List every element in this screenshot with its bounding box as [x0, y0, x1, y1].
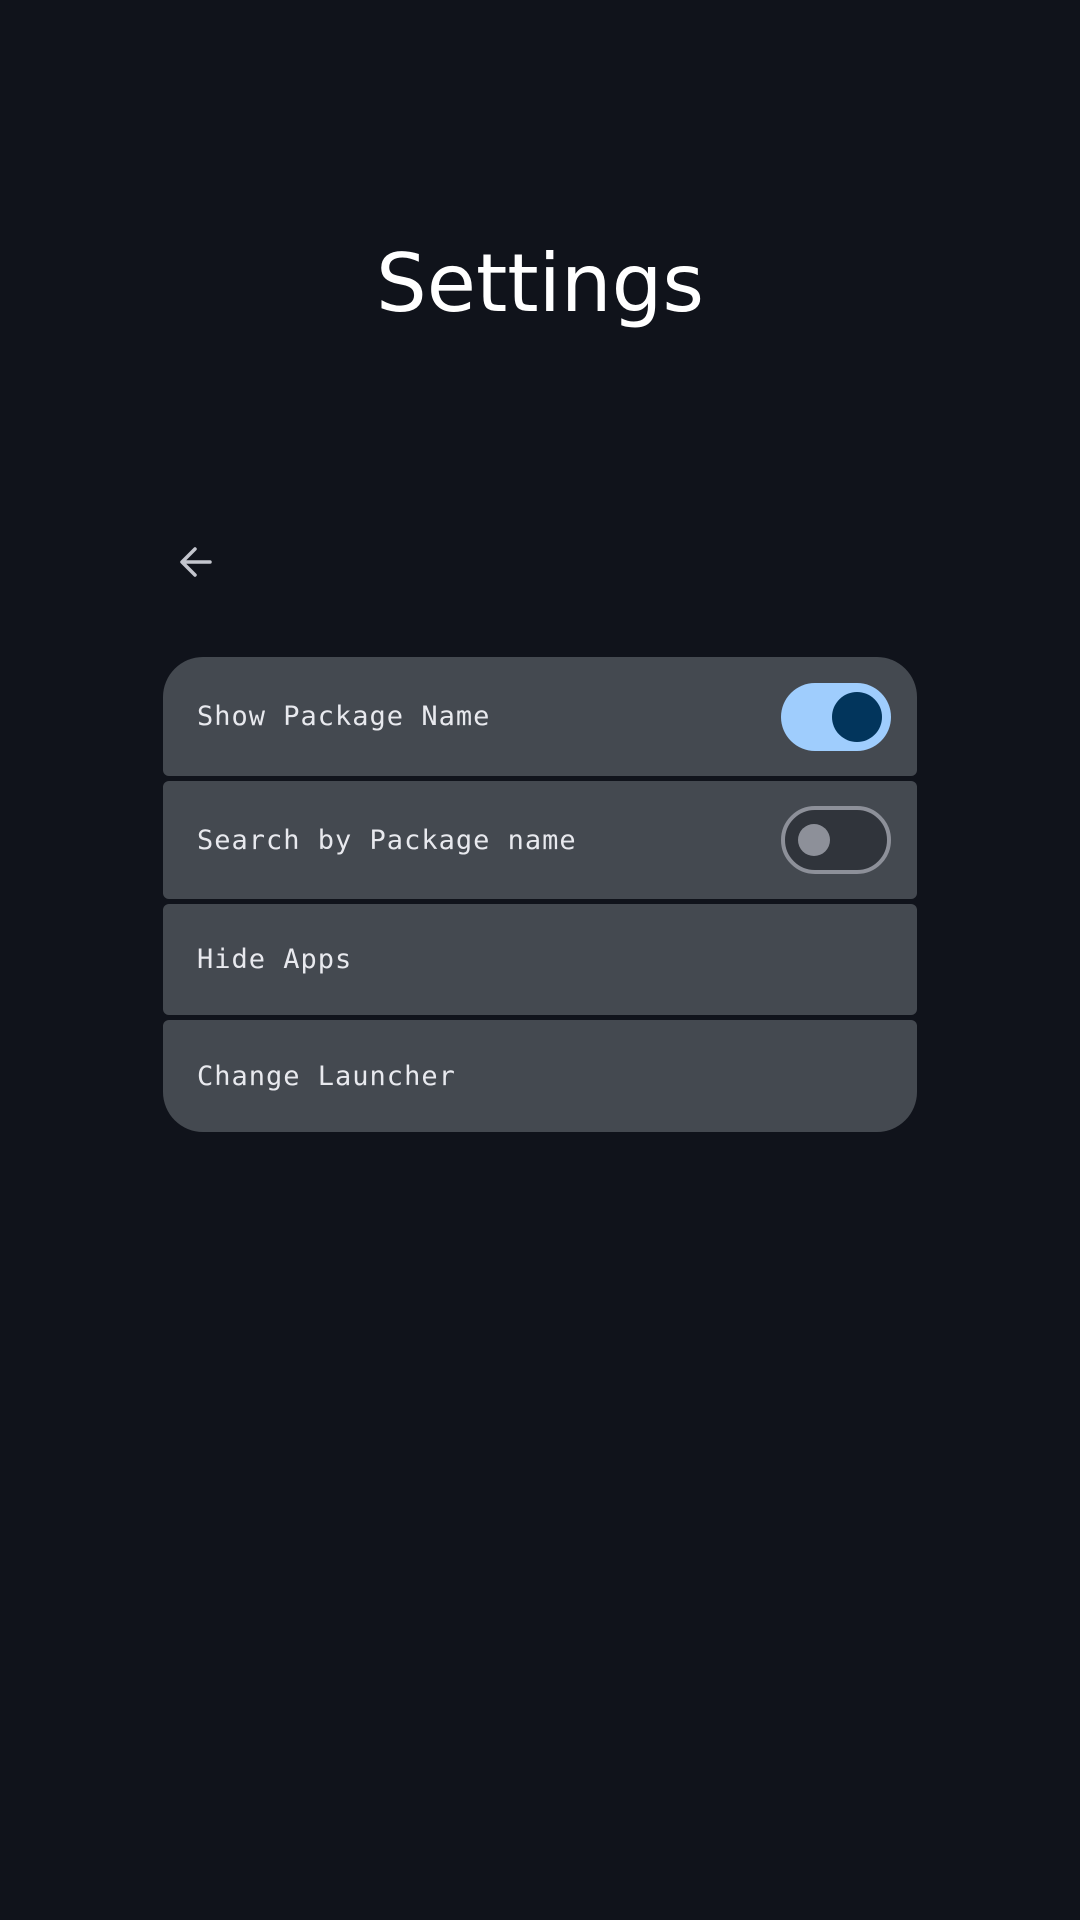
arrow-back-icon: [180, 547, 212, 577]
settings-item-search-by-package-name[interactable]: Search by Package name: [163, 781, 917, 899]
search-by-package-name-toggle[interactable]: [781, 806, 891, 874]
settings-item-change-launcher[interactable]: Change Launcher: [163, 1020, 917, 1132]
settings-item-label: Show Package Name: [197, 701, 491, 732]
show-package-name-toggle[interactable]: [781, 682, 891, 751]
settings-item-hide-apps[interactable]: Hide Apps: [163, 904, 917, 1015]
settings-item-label: Change Launcher: [197, 1060, 456, 1092]
page-title: Settings: [375, 237, 705, 330]
toggle-thumb: [798, 824, 830, 856]
toggle-thumb: [832, 691, 882, 742]
settings-item-label: Hide Apps: [197, 944, 353, 975]
back-button[interactable]: [166, 532, 226, 592]
settings-item-label: Search by Package name: [197, 824, 577, 856]
settings-list: Show Package Name Search by Package name…: [163, 657, 917, 1132]
settings-item-show-package-name[interactable]: Show Package Name: [163, 657, 917, 776]
